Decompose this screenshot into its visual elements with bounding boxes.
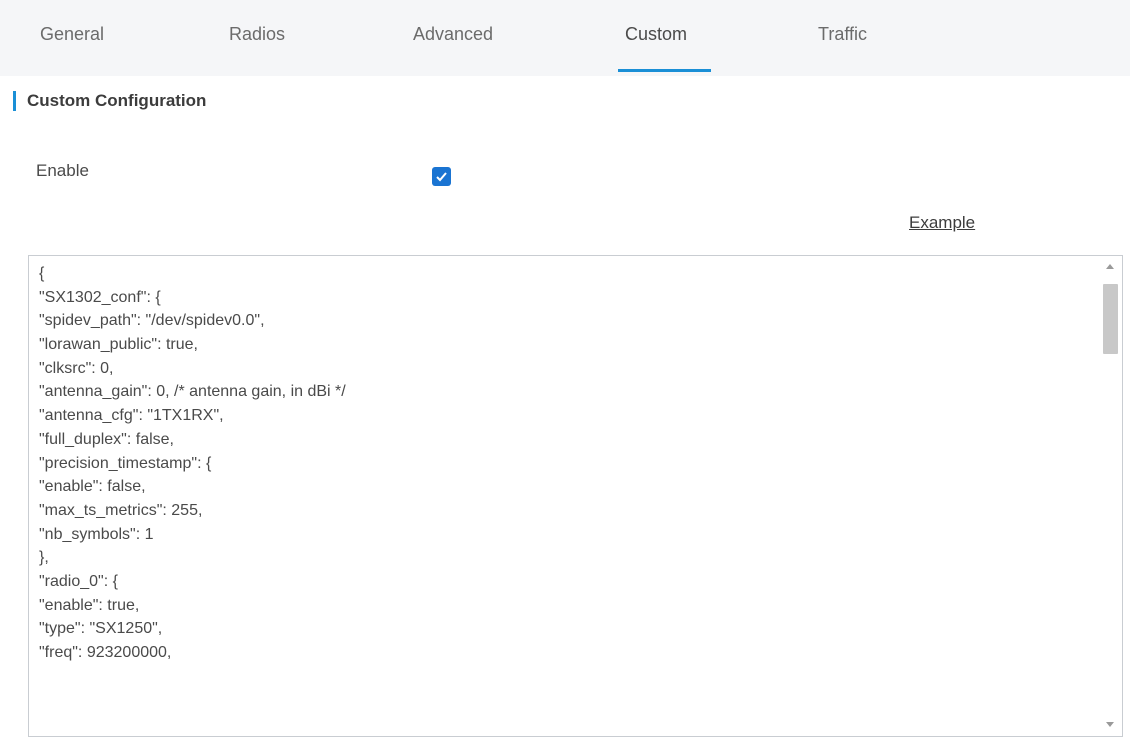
tab-custom[interactable]: Custom — [625, 24, 687, 45]
config-line: "SX1302_conf": { — [39, 288, 161, 306]
config-line: }, — [39, 549, 49, 567]
config-line: "max_ts_metrics": 255, — [39, 501, 203, 519]
config-line: "clksrc": 0, — [39, 359, 114, 377]
section-accent-bar — [13, 91, 16, 111]
scroll-down-arrow-icon[interactable] — [1106, 722, 1114, 727]
config-line: "full_duplex": false, — [39, 430, 174, 448]
config-line: "precision_timestamp": { — [39, 454, 212, 472]
config-line: "radio_0": { — [39, 572, 118, 590]
config-line: { — [39, 265, 45, 282]
config-line: "antenna_gain": 0, /* antenna gain, in d… — [39, 383, 346, 401]
config-line: "freq": 923200000, — [39, 644, 172, 661]
tab-advanced[interactable]: Advanced — [413, 24, 493, 45]
config-line: "nb_symbols": 1 — [39, 525, 154, 543]
tab-bar: General Radios Advanced Custom Traffic — [0, 0, 1130, 76]
config-text: { "SX1302_conf": { "spidev_path": "/dev/sp… — [39, 262, 1099, 665]
active-tab-indicator — [618, 69, 711, 72]
config-line: "enable": false, — [39, 478, 146, 496]
checkmark-icon — [436, 172, 447, 182]
custom-config-page: General Radios Advanced Custom Traffic C… — [0, 0, 1130, 751]
config-line: "type": "SX1250", — [39, 620, 163, 638]
scroll-up-arrow-icon[interactable] — [1106, 264, 1114, 269]
tab-radios[interactable]: Radios — [229, 24, 285, 45]
section-title: Custom Configuration — [27, 91, 207, 110]
config-textarea[interactable]: { "SX1302_conf": { "spidev_path": "/dev/sp… — [28, 255, 1123, 737]
example-link[interactable]: Example — [909, 213, 975, 233]
tab-general[interactable]: General — [40, 24, 104, 45]
scroll-thumb[interactable] — [1103, 284, 1118, 354]
config-line: "lorawan_public": true, — [39, 336, 198, 354]
config-line: "spidev_path": "/dev/spidev0.0", — [39, 312, 265, 330]
tab-traffic[interactable]: Traffic — [818, 24, 867, 45]
enable-label: Enable — [36, 161, 89, 180]
enable-checkbox[interactable] — [432, 167, 451, 186]
config-line: "enable": true, — [39, 596, 140, 614]
textarea-scrollbar[interactable] — [1102, 260, 1119, 732]
config-line: "antenna_cfg": "1TX1RX", — [39, 407, 224, 425]
